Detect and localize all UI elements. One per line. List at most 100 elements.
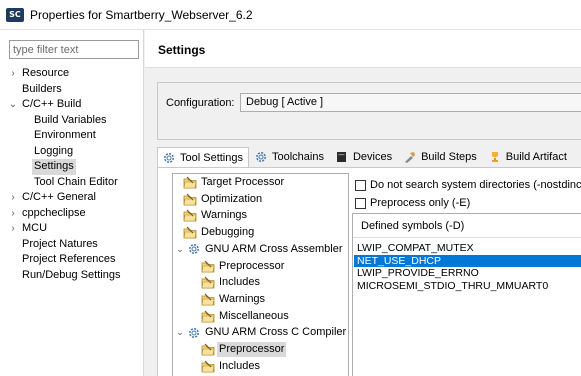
nav-item-settings[interactable]: Settings (0, 159, 144, 175)
nostdinc-label: Do not search system directories (-nostd… (370, 179, 581, 191)
settings-header: Settings (145, 30, 581, 68)
folder-wrench-icon (201, 310, 215, 323)
nav-item-mcu[interactable]: › MCU (0, 221, 144, 237)
tab-build-artifact[interactable]: Build Artifact (483, 147, 573, 167)
left-nav-panel: › Resource Builders ⌄ C/C++ Build Build Varia… (0, 30, 144, 376)
tool-tree-item[interactable]: Debugging (183, 225, 254, 240)
nav-item-cppcheclipse[interactable]: › cppcheclipse (0, 206, 144, 222)
nav-item-label: Tool Chain Editor (34, 175, 118, 188)
nav-item-label: Resource (22, 67, 70, 79)
tab-label: Build Steps (421, 151, 477, 163)
folder-wrench-icon (183, 209, 197, 222)
configuration-select[interactable]: Debug [ Active ] (240, 93, 581, 112)
tool-tree-label: Warnings (219, 292, 266, 305)
nav-tree: › Resource Builders ⌄ C/C++ Build Build Varia… (0, 66, 144, 283)
tab-label: Toolchains (271, 151, 324, 163)
tab-toolchains[interactable]: Toolchains (249, 147, 330, 167)
chevron-right-icon[interactable]: › (8, 190, 18, 206)
tool-tree-item[interactable]: Optimization (183, 192, 262, 207)
symbol-list-item[interactable]: MICROSEMI_STDIO_THRU_MMUART0 (354, 280, 581, 293)
nav-item-project-references[interactable]: Project References (0, 252, 144, 268)
chevron-down-icon[interactable]: ⌄ (8, 97, 18, 113)
folder-wrench-icon (201, 260, 215, 273)
tool-tree-label: Debugging (201, 226, 255, 239)
nostdinc-checkbox[interactable] (355, 179, 366, 191)
configuration-group: Configuration: Debug [ Active ] (157, 82, 581, 140)
folder-wrench-icon (201, 276, 215, 289)
symbol-list-item[interactable]: NET_USE_DHCP (354, 254, 581, 267)
preprocess-only-option[interactable]: Preprocess only (-E) (355, 197, 470, 209)
tool-tree-item[interactable]: Warnings (201, 292, 265, 307)
chevron-right-icon[interactable]: › (8, 206, 18, 222)
configuration-label: Configuration: (166, 97, 235, 109)
tool-tree-label: Miscellaneous (219, 309, 289, 322)
nostdinc-option[interactable]: Do not search system directories (-nostd… (355, 179, 581, 191)
folder-wrench-icon (201, 343, 215, 356)
tool-tree-item[interactable]: Preprocessor (201, 342, 287, 357)
nav-item-environment[interactable]: Environment (0, 128, 144, 144)
tool-tree-item[interactable]: Includes (201, 359, 260, 374)
tab-build-steps[interactable]: Build Steps (398, 147, 483, 167)
tool-tree-item[interactable]: ⌄ GNU ARM Cross Assembler (175, 242, 343, 257)
folder-wrench-icon (201, 293, 215, 306)
tool-tree-item[interactable]: Includes (201, 275, 260, 290)
tool-tree-item[interactable]: Warnings (183, 208, 247, 223)
tab-bar: Tool Settings Toolchains Devices Build Step… (157, 147, 581, 168)
nav-item-label: cppcheclipse (22, 206, 86, 219)
nav-item-tool-chain-editor[interactable]: Tool Chain Editor (0, 175, 144, 191)
nav-item-project-natures[interactable]: Project Natures (0, 237, 144, 253)
nav-item-resource[interactable]: › Resource (0, 66, 144, 82)
chevron-down-icon[interactable]: ⌄ (175, 325, 185, 340)
nav-item-label: Builders (22, 82, 62, 95)
app-logo-icon: SC (6, 7, 24, 22)
preprocess-only-checkbox[interactable] (355, 197, 366, 209)
nav-item-c-c-general[interactable]: › C/C++ General (0, 190, 144, 206)
tool-tree-label: Optimization (201, 192, 263, 205)
devices-icon (336, 151, 348, 163)
nav-item-c-c-build[interactable]: ⌄ C/C++ Build (0, 97, 144, 113)
nav-item-label: Logging (34, 144, 74, 157)
chevron-down-icon[interactable]: ⌄ (175, 242, 185, 257)
nav-item-label: Environment (34, 129, 96, 141)
tool-tree-label: Target Processor (201, 176, 285, 188)
tool-tree-label: Includes (219, 359, 260, 372)
tool-tree-item[interactable]: ⌄ GNU ARM Cross C Compiler (175, 325, 346, 340)
tool-tree-item[interactable]: Target Processor (183, 175, 284, 190)
filter-input[interactable] (9, 40, 139, 59)
tool-gear-icon (187, 243, 201, 256)
build-artifact-icon (489, 151, 501, 163)
symbol-list-item[interactable]: LWIP_PROVIDE_ERRNO (354, 267, 581, 280)
tab-devices[interactable]: Devices (330, 147, 398, 167)
folder-wrench-icon (183, 176, 197, 189)
tab-label: Tool Settings (180, 152, 243, 164)
symbol-list-item[interactable]: LWIP_COMPAT_MUTEX (354, 242, 581, 255)
folder-wrench-icon (183, 226, 197, 239)
toolchains-icon (255, 151, 267, 163)
tool-tree-label: GNU ARM Cross Assembler (205, 242, 343, 255)
nav-item-label: Settings (32, 159, 76, 175)
defined-symbols-header: Defined symbols (-D) (353, 214, 581, 238)
tool-tree-label: GNU ARM Cross C Compiler (205, 326, 347, 339)
tool-tree-item[interactable]: Preprocessor (201, 259, 284, 274)
nav-item-label: C/C++ General (22, 191, 96, 203)
nav-item-run-debug-settings[interactable]: Run/Debug Settings (0, 268, 144, 284)
page-title: Settings (158, 43, 206, 57)
folder-wrench-icon (183, 193, 197, 206)
chevron-right-icon[interactable]: › (8, 221, 18, 237)
folder-wrench-icon (201, 360, 215, 373)
tool-tree-label: Preprocessor (219, 259, 285, 272)
defined-symbols-box: Defined symbols (-D) LWIP_COMPAT_MUTEX NE… (352, 213, 581, 376)
nav-item-build-variables[interactable]: Build Variables (0, 113, 144, 129)
nav-item-label: Run/Debug Settings (22, 268, 121, 281)
chevron-right-icon[interactable]: › (8, 66, 18, 82)
nav-item-builders[interactable]: Builders (0, 82, 144, 98)
title-bar: SC Properties for Smartberry_Webserver_6… (0, 0, 581, 30)
tab-tool-settings[interactable]: Tool Settings (157, 147, 249, 168)
nav-item-label: C/C++ Build (22, 98, 82, 110)
nav-item-label: Build Variables (34, 113, 107, 126)
nav-item-logging[interactable]: Logging (0, 144, 144, 160)
preprocess-only-label: Preprocess only (-E) (370, 197, 471, 209)
tool-tree-item[interactable]: Miscellaneous (201, 309, 289, 324)
window-title: Properties for Smartberry_Webserver_6.2 (30, 7, 253, 22)
tool-settings-icon (163, 152, 175, 164)
